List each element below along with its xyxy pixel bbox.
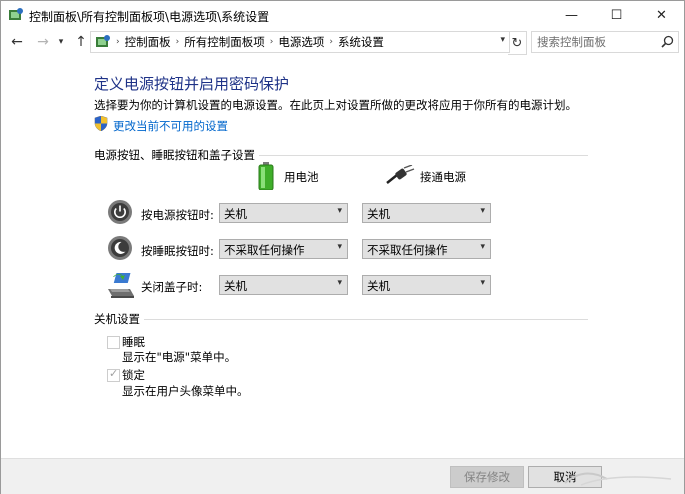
selected-value: 不采取任何操作 [224, 243, 305, 257]
selected-value: 关机 [224, 207, 247, 221]
selected-value: 关机 [367, 279, 390, 293]
lock-checkbox-label: 锁定 [122, 368, 145, 382]
control-panel-icon [9, 8, 23, 20]
up-button[interactable]: ↑ [71, 32, 91, 52]
up-arrow-icon: ↑ [75, 34, 87, 50]
close-button[interactable]: ✕ [639, 1, 684, 29]
sleep-button-plugged-select[interactable]: 不采取任何操作 ▾ [362, 239, 491, 259]
breadcrumb-system-settings[interactable]: 系统设置 [338, 34, 384, 50]
chevron-down-icon: ▾ [480, 242, 485, 252]
sleep-button-label: 按睡眠按钮时: [141, 244, 214, 258]
chevron-down-icon: ▾ [337, 278, 342, 288]
section-divider [94, 319, 588, 320]
breadcrumb-control-panel[interactable]: 控制面板 [125, 34, 171, 50]
minimize-icon: — [565, 7, 578, 23]
close-icon: ✕ [656, 7, 667, 23]
selected-value: 关机 [367, 207, 390, 221]
address-bar[interactable]: › 控制面板 › 所有控制面板项 › 电源选项 › 系统设置 ▾ [90, 31, 510, 53]
sleep-checkbox[interactable] [107, 336, 120, 349]
shutdown-section-title: 关机设置 [94, 311, 144, 327]
search-box[interactable] [531, 31, 679, 53]
power-button-battery-select[interactable]: 关机 ▾ [219, 203, 348, 223]
power-plug-icon [386, 165, 415, 184]
address-history-icon[interactable]: ▾ [500, 35, 505, 45]
back-button[interactable]: ← [7, 32, 27, 52]
chevron-down-icon: ▾ [337, 206, 342, 216]
power-button-icon [108, 200, 132, 224]
site-watermark-logo [564, 472, 672, 486]
power-button-label: 按电源按钮时: [141, 208, 214, 222]
power-button-plugged-select[interactable]: 关机 ▾ [362, 203, 491, 223]
plugged-in-column-header: 接通电源 [420, 170, 466, 184]
forward-button[interactable]: → [33, 32, 53, 52]
lid-close-plugged-select[interactable]: 关机 ▾ [362, 275, 491, 295]
battery-icon [258, 162, 274, 190]
laptop-lid-icon [108, 273, 134, 298]
lid-close-label: 关闭盖子时: [141, 280, 203, 294]
breadcrumb-separator-icon[interactable]: › [270, 37, 274, 47]
minimize-button[interactable]: — [549, 1, 594, 29]
refresh-button[interactable]: ↻ [508, 31, 527, 55]
sleep-checkbox-description: 显示在"电源"菜单中。 [122, 350, 237, 364]
selected-value: 不采取任何操作 [367, 243, 448, 257]
control-panel-icon [96, 35, 110, 47]
save-changes-button[interactable]: 保存修改 [450, 466, 524, 488]
lid-close-battery-select[interactable]: 关机 ▾ [219, 275, 348, 295]
sleep-button-battery-select[interactable]: 不采取任何操作 ▾ [219, 239, 348, 259]
lock-checkbox[interactable] [107, 367, 120, 382]
sleep-checkbox-label: 睡眠 [122, 335, 145, 349]
maximize-icon: ☐ [610, 7, 623, 23]
breadcrumb-separator-icon: › [116, 37, 120, 47]
page-description: 选择要为你的计算机设置的电源设置。在此页上对设置所做的更改将应用于你所有的电源计… [94, 98, 577, 112]
recent-locations-button[interactable]: ▾ [54, 32, 68, 52]
navigation-bar: ← → ▾ ↑ › 控制面板 › 所有控制面板项 › 电源选项 › 系统设置 ▾… [1, 29, 684, 55]
uac-shield-icon [94, 116, 108, 131]
breadcrumb-separator-icon[interactable]: › [176, 37, 180, 47]
chevron-down-icon: ▾ [337, 242, 342, 252]
refresh-icon: ↻ [511, 35, 523, 51]
control-panel-window: 控制面板\所有控制面板项\电源选项\系统设置 — ☐ ✕ ← → ▾ ↑ › 控… [0, 0, 685, 494]
search-icon[interactable] [661, 35, 674, 48]
selected-value: 关机 [224, 279, 247, 293]
page-title: 定义电源按钮并启用密码保护 [94, 75, 290, 93]
power-buttons-section-title: 电源按钮、睡眠按钮和盖子设置 [94, 147, 259, 163]
breadcrumb-power-options[interactable]: 电源选项 [278, 34, 324, 50]
breadcrumb-separator-icon[interactable]: › [329, 37, 333, 47]
chevron-down-icon: ▾ [480, 206, 485, 216]
sleep-button-icon [108, 236, 132, 260]
breadcrumb-all-items[interactable]: 所有控制面板项 [184, 34, 265, 50]
search-input[interactable] [532, 32, 657, 52]
window-title: 控制面板\所有控制面板项\电源选项\系统设置 [29, 10, 270, 24]
lock-checkbox-description: 显示在用户头像菜单中。 [122, 384, 249, 398]
change-unavailable-settings-link[interactable]: 更改当前不可用的设置 [113, 118, 228, 134]
title-bar[interactable]: 控制面板\所有控制面板项\电源选项\系统设置 — ☐ ✕ [1, 1, 684, 29]
chevron-down-icon: ▾ [480, 278, 485, 288]
battery-column-header: 用电池 [284, 170, 319, 184]
chevron-down-icon: ▾ [58, 37, 64, 47]
maximize-button[interactable]: ☐ [594, 1, 639, 29]
forward-arrow-icon: → [37, 34, 49, 50]
back-arrow-icon: ← [11, 34, 23, 50]
